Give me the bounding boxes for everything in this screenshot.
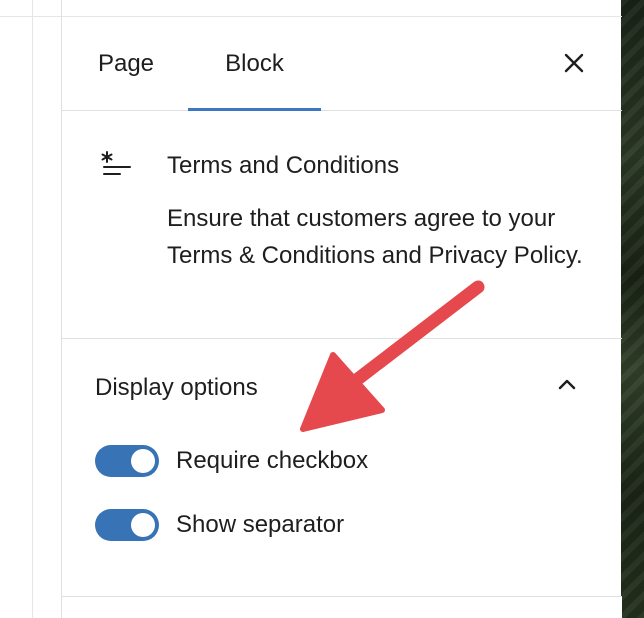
tab-page[interactable]: Page xyxy=(84,17,168,110)
show-separator-label[interactable]: Show separator xyxy=(176,511,344,539)
settings-sidebar: Page Block Terms and Conditions Ensure t… xyxy=(61,0,622,618)
toggle-knob xyxy=(131,449,155,473)
background-image xyxy=(621,0,644,618)
editor-canvas-strip xyxy=(0,0,62,618)
tab-page-label: Page xyxy=(97,49,155,77)
panel-collapse-button[interactable] xyxy=(549,367,585,403)
block-card: Terms and Conditions Ensure that custome… xyxy=(62,111,622,339)
toggle-knob xyxy=(131,513,155,537)
block-description: Ensure that customers agree to your Term… xyxy=(167,205,583,269)
require-checkbox-toggle[interactable] xyxy=(95,445,159,477)
sidebar-tabs: Page Block xyxy=(62,17,622,111)
next-panel xyxy=(62,597,622,618)
terms-icon xyxy=(101,151,131,175)
block-title: Terms and Conditions xyxy=(167,152,400,179)
show-separator-toggle[interactable] xyxy=(95,509,159,541)
tab-block[interactable]: Block xyxy=(188,17,321,111)
require-checkbox-label[interactable]: Require checkbox xyxy=(176,447,368,475)
chevron-up-icon xyxy=(558,379,576,390)
close-button[interactable] xyxy=(554,43,594,83)
editor-divider xyxy=(32,0,33,618)
show-separator-option: Show separator xyxy=(95,508,344,542)
display-options-panel: Display options Require checkbox Show se… xyxy=(62,339,622,597)
require-checkbox-option: Require checkbox xyxy=(95,444,368,478)
tab-block-label: Block xyxy=(225,49,284,77)
display-options-title[interactable]: Display options xyxy=(95,374,258,402)
close-icon xyxy=(564,53,584,73)
editor-top-divider xyxy=(0,16,62,17)
